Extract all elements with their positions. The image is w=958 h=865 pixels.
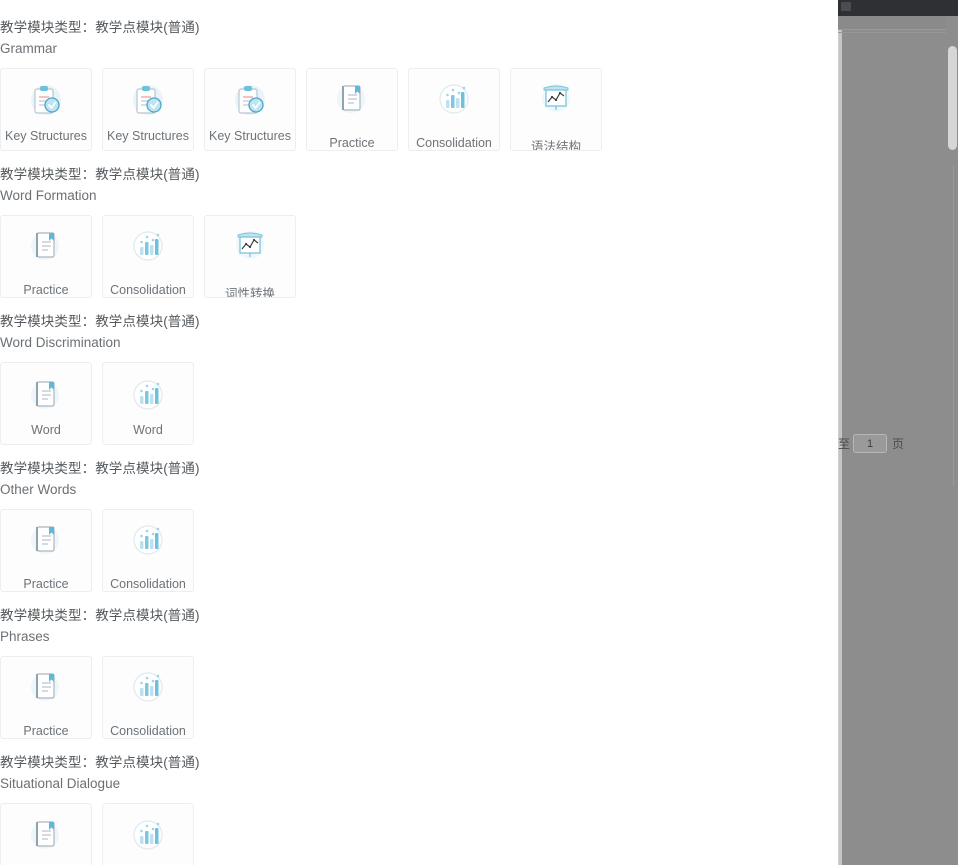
presentation-board-icon [227, 225, 273, 267]
overlay-titlebar [838, 0, 958, 16]
module-card[interactable]: Key Structures [102, 68, 194, 151]
group-header: 教学模块类型：教学点模块(普通) Word Discrimination [0, 313, 204, 351]
group-name-label: Grammar [0, 41, 57, 56]
book-document-icon [23, 519, 69, 561]
module-group: 教学模块类型：教学点模块(普通) Grammar Key Structures … [0, 19, 612, 151]
group-name-label: Situational Dialogue [0, 776, 121, 791]
group-header: 教学模块类型：教学点模块(普通) Grammar [0, 19, 612, 57]
module-group: 教学模块类型：教学点模块(普通) Phrases Practice Consol… [0, 607, 204, 739]
book-document-icon [23, 813, 69, 857]
module-card-label: Key Structures [107, 129, 189, 143]
bar-chart-circle-icon [125, 519, 171, 561]
module-card[interactable]: Consolidation [102, 656, 194, 739]
module-card[interactable]: Practice [0, 509, 92, 592]
module-card-label: Consolidation [416, 136, 492, 150]
module-list-scroll-area[interactable]: 教学模块类型：教学点模块(普通) Grammar Key Structures … [0, 0, 839, 865]
group-name-label: Word Discrimination [0, 335, 121, 350]
module-card[interactable]: 词性转换 [204, 215, 296, 298]
overlay-subheader [838, 16, 958, 30]
module-card[interactable]: Practice [0, 215, 92, 298]
group-header: 教学模块类型：教学点模块(普通) Phrases [0, 607, 204, 645]
module-card[interactable]: Practice [0, 656, 92, 739]
bar-chart-circle-icon [125, 666, 171, 708]
module-card-label: Practice [329, 136, 375, 150]
app-root: 教学模块类型：教学点模块(普通) Grammar Key Structures … [0, 0, 958, 865]
group-header: 教学模块类型：教学点模块(普通) Word Formation [0, 166, 306, 204]
module-card[interactable]: Word [102, 362, 194, 445]
module-card-label: Key Structures [5, 129, 87, 143]
module-card-label: Consolidation [110, 577, 186, 591]
pagination-goto-label: 至 [838, 437, 851, 451]
overlay-divider [838, 32, 950, 33]
clipboard-check-icon [227, 79, 273, 123]
clipboard-check-icon [23, 79, 69, 123]
group-name-label: Other Words [0, 482, 77, 497]
module-card[interactable]: Consolidation [102, 215, 194, 298]
module-group: 教学模块类型：教学点模块(普通) Word Formation Practice… [0, 166, 306, 298]
module-card[interactable]: Practice [306, 68, 398, 151]
scrollbar-hairline [953, 166, 954, 486]
module-card-row: Practice [0, 656, 204, 739]
module-card-label: 词性转换 [224, 287, 275, 297]
module-card[interactable] [102, 803, 194, 865]
book-document-icon [23, 666, 69, 708]
module-card-label: Key Structures [209, 129, 291, 143]
vertical-scrollbar-thumb[interactable] [948, 46, 957, 150]
module-group: 教学模块类型：教学点模块(普通) Situational Dialogue [0, 754, 204, 865]
module-card-label: Word [31, 423, 61, 437]
module-card[interactable]: Key Structures [204, 68, 296, 151]
group-type-label: 教学模块类型：教学点模块(普通) [0, 314, 200, 329]
module-card-row: Word Word [0, 362, 204, 445]
module-card-label: Practice [23, 724, 69, 738]
module-card-row [0, 803, 204, 865]
group-name-label: Word Formation [0, 188, 97, 203]
group-type-label: 教学模块类型：教学点模块(普通) [0, 755, 200, 770]
module-card[interactable]: Word [0, 362, 92, 445]
module-group: 教学模块类型：教学点模块(普通) Word Discrimination Wor… [0, 313, 204, 445]
module-card-row: Practice [0, 509, 204, 592]
group-type-label: 教学模块类型：教学点模块(普通) [0, 20, 200, 35]
group-header: 教学模块类型：教学点模块(普通) Other Words [0, 460, 204, 498]
module-card-label: 语法结构 [530, 140, 581, 150]
module-card-label: Practice [23, 283, 69, 297]
book-document-icon [23, 373, 69, 417]
module-card[interactable]: Consolidation [408, 68, 500, 151]
window-menu-icon[interactable] [841, 2, 851, 11]
presentation-board-icon [533, 78, 579, 120]
module-card-row: Key Structures Key Structures Key Struct… [0, 68, 612, 151]
bar-chart-circle-icon [125, 813, 171, 857]
clipboard-check-icon [125, 79, 171, 123]
bar-chart-circle-icon [125, 225, 171, 267]
group-type-label: 教学模块类型：教学点模块(普通) [0, 608, 200, 623]
group-type-label: 教学模块类型：教学点模块(普通) [0, 461, 200, 476]
module-card-label: Consolidation [110, 283, 186, 297]
module-card[interactable]: Key Structures [0, 68, 92, 151]
module-card-label: Practice [23, 577, 69, 591]
vertical-scrollbar-track[interactable] [946, 16, 958, 865]
pagination-page-input[interactable] [853, 434, 888, 453]
module-card[interactable] [0, 803, 92, 865]
book-document-icon [23, 225, 69, 267]
group-type-label: 教学模块类型：教学点模块(普通) [0, 167, 200, 182]
modal-overlay-panel [838, 0, 958, 865]
bar-chart-circle-icon [431, 78, 477, 120]
book-document-icon [329, 78, 375, 120]
group-header: 教学模块类型：教学点模块(普通) Situational Dialogue [0, 754, 204, 792]
group-name-label: Phrases [0, 629, 50, 644]
module-card[interactable]: 语法结构 [510, 68, 602, 151]
module-group: 教学模块类型：教学点模块(普通) Other Words Practice Co… [0, 460, 204, 592]
bar-chart-circle-icon [125, 373, 171, 417]
pagination-unit-label: 页 [892, 437, 905, 451]
module-card[interactable]: Consolidation [102, 509, 194, 592]
module-card-label: Consolidation [110, 724, 186, 738]
pagination-jump: 至 页 [838, 434, 904, 453]
module-card-row: Practice [0, 215, 306, 298]
module-card-label: Word [133, 423, 163, 437]
